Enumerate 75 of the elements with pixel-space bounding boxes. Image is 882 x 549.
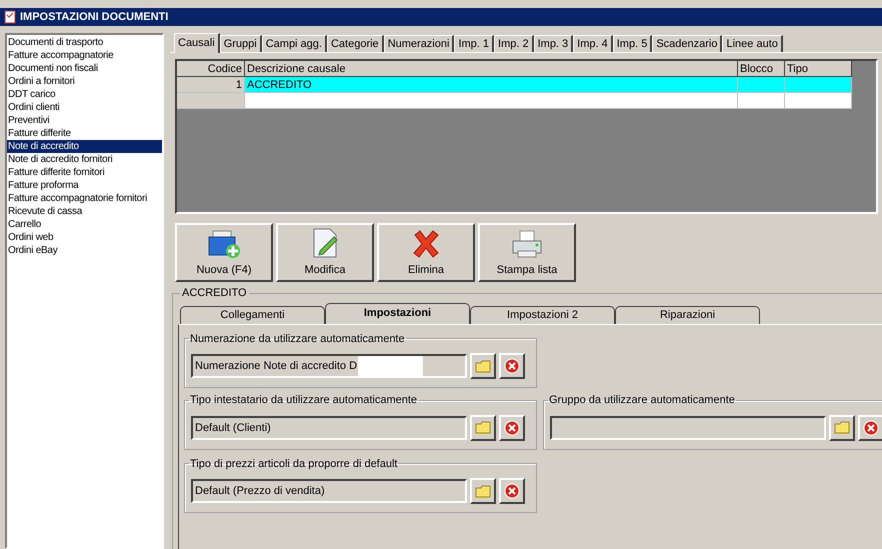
tab[interactable]: Gruppi xyxy=(220,35,262,52)
toolbar-button[interactable]: Modifica xyxy=(276,223,374,282)
list-item[interactable]: DDT carico xyxy=(7,88,162,101)
window-title: IMPOSTAZIONI DOCUMENTI xyxy=(20,10,168,25)
tab[interactable]: Impostazioni 2 xyxy=(470,306,615,324)
tab[interactable]: Imp. 3 xyxy=(534,35,574,52)
tab[interactable]: Imp. 1 xyxy=(454,35,494,52)
browse-button[interactable] xyxy=(470,478,496,504)
printer-icon xyxy=(510,228,544,258)
list-item[interactable]: Documenti di trasporto xyxy=(7,36,162,49)
list-item[interactable]: Preventivi xyxy=(7,114,162,127)
list-item[interactable]: Fatture proforma xyxy=(7,179,162,192)
cross-icon xyxy=(411,228,441,258)
list-item[interactable]: Documenti non fiscali xyxy=(7,62,162,75)
clear-button[interactable] xyxy=(499,478,525,504)
clear-icon xyxy=(504,483,520,499)
clear-button[interactable] xyxy=(499,353,525,379)
toolbar-button[interactable]: Stampa lista xyxy=(478,223,576,282)
group-title: Tipo di prezzi articoli da proporre di default xyxy=(189,456,398,472)
table-cell xyxy=(177,93,245,109)
list-item[interactable]: Carrello xyxy=(7,218,162,231)
table-cell xyxy=(785,93,852,109)
group-title: Gruppo da utilizzare automaticamente xyxy=(548,393,736,408)
tab[interactable]: Imp. 5 xyxy=(612,35,652,52)
document-icon xyxy=(4,10,16,24)
clear-button[interactable] xyxy=(858,414,882,440)
value-field[interactable] xyxy=(550,416,826,440)
browse-button[interactable] xyxy=(470,353,496,379)
browse-button[interactable] xyxy=(470,414,496,440)
tab[interactable]: Scadenzario xyxy=(652,35,722,52)
folder-plus-icon xyxy=(207,228,241,258)
toolbar-button[interactable]: Elimina xyxy=(377,223,475,282)
table-row[interactable]: 1 ACCREDITO xyxy=(177,77,852,93)
toolbar-button[interactable]: Nuova (F4) xyxy=(175,223,273,282)
folder-icon xyxy=(475,360,491,372)
tab[interactable]: Impostazioni xyxy=(325,302,470,324)
tab[interactable]: Numerazioni xyxy=(384,35,454,52)
list-item[interactable]: Ricevute di cassa xyxy=(7,205,162,218)
tab[interactable]: Riparazioni xyxy=(615,306,760,324)
clear-icon xyxy=(504,358,520,374)
list-item[interactable]: Ordini clienti xyxy=(7,101,162,114)
clear-icon xyxy=(504,420,520,436)
tab[interactable]: Causali xyxy=(174,33,220,53)
tab[interactable]: Imp. 2 xyxy=(494,35,534,52)
field-value: Numerazione Note di accredito D xyxy=(195,360,358,372)
tab[interactable]: Campi agg. xyxy=(262,35,327,52)
value-field[interactable]: Numerazione Note di accredito D xyxy=(191,354,467,378)
list-item[interactable]: Ordini a fornitori xyxy=(7,75,162,88)
clear-button[interactable] xyxy=(499,414,525,440)
list-item[interactable]: Ordini web xyxy=(7,231,162,244)
field-value: Default (Clienti) xyxy=(195,422,271,434)
folder-icon xyxy=(475,484,491,498)
tab[interactable]: Collegamenti xyxy=(180,306,325,324)
group-title: Numerazione da utilizzare automaticamente xyxy=(189,332,406,346)
clear-icon xyxy=(863,420,879,436)
browse-button[interactable] xyxy=(829,414,855,440)
field-value: Default (Prezzo di vendita) xyxy=(195,485,325,497)
list-item[interactable]: Ordini eBay xyxy=(7,244,162,257)
folder-icon xyxy=(834,421,850,434)
list-item[interactable]: Note di accredito fornitori xyxy=(7,153,162,166)
group-title: Tipo intestatario da utilizzare automaticamente xyxy=(189,393,418,408)
detail-title: ACCREDITO xyxy=(181,286,248,301)
folder-icon xyxy=(475,421,491,434)
list-item[interactable]: Note di accredito xyxy=(7,140,162,153)
list-item[interactable]: Fatture differite fornitori xyxy=(7,166,162,179)
value-field[interactable]: Default (Prezzo di vendita) xyxy=(191,479,467,503)
list-item[interactable]: Fatture differite xyxy=(7,127,162,140)
tab[interactable]: Imp. 4 xyxy=(573,35,613,52)
tab[interactable]: Categorie xyxy=(326,35,384,52)
tab[interactable]: Linee auto xyxy=(722,35,783,52)
table-cell: 1 xyxy=(177,77,245,93)
list-item[interactable]: Fatture accompagnatorie fornitori xyxy=(7,192,162,205)
table-cell xyxy=(738,93,785,109)
list-item[interactable]: Fatture accompagnatorie xyxy=(7,49,162,62)
value-field[interactable]: Default (Clienti) xyxy=(191,416,467,440)
